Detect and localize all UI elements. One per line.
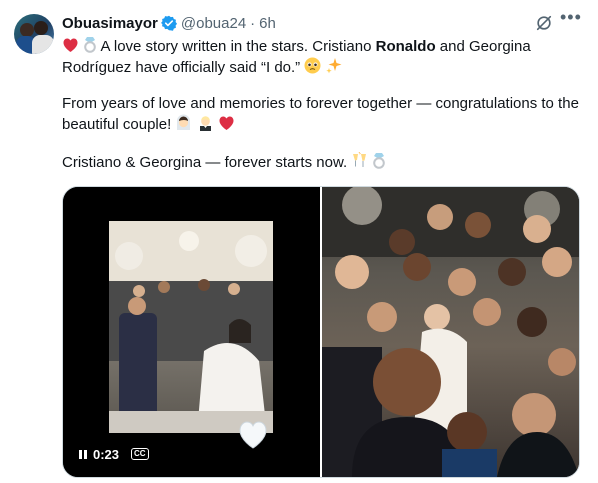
video-scene-image bbox=[109, 221, 273, 433]
tweet-header: Obuasimayor @obua24 · 6h bbox=[62, 14, 276, 32]
ring-emoji-icon bbox=[84, 37, 96, 53]
red-heart-emoji-icon bbox=[219, 116, 234, 130]
tweet-text-bold: Ronaldo bbox=[375, 38, 436, 55]
video-duration: 0:23 bbox=[93, 446, 120, 462]
captions-icon[interactable]: CC bbox=[131, 448, 149, 460]
grok-icon[interactable] bbox=[535, 14, 553, 32]
bride-emoji-icon bbox=[177, 114, 191, 130]
tweet-text-segment: From years of love and memories to forev… bbox=[62, 95, 579, 133]
timestamp[interactable]: 6h bbox=[259, 15, 276, 32]
tweet-text-segment: Cristiano & Georgina — forever starts no… bbox=[62, 154, 348, 171]
photo-selfie[interactable] bbox=[322, 187, 579, 477]
red-heart-emoji-icon bbox=[63, 38, 78, 52]
more-icon[interactable]: ••• bbox=[560, 8, 581, 28]
author-name[interactable]: Obuasimayor bbox=[62, 15, 158, 32]
group-selfie-image bbox=[322, 187, 579, 477]
tweet-card[interactable]: Obuasimayor @obua24 · 6h ••• A love stor… bbox=[0, 0, 598, 483]
tweet-text-segment: A love story written in the stars. Crist… bbox=[100, 38, 376, 55]
media-grid: 0:23 CC bbox=[62, 186, 580, 478]
video-controls: 0:23 CC bbox=[79, 443, 149, 465]
pause-icon[interactable] bbox=[79, 449, 87, 459]
pleading-face-emoji-icon bbox=[304, 57, 321, 74]
tweet-text-paragraph-2: From years of love and memories to forev… bbox=[62, 94, 582, 135]
sparkles-emoji-icon bbox=[325, 58, 342, 74]
avatar[interactable] bbox=[14, 14, 54, 54]
separator: · bbox=[250, 14, 256, 32]
tweet-text-paragraph-1: A love story written in the stars. Crist… bbox=[62, 36, 582, 78]
ring-emoji-icon bbox=[373, 153, 386, 169]
clinking-glasses-emoji-icon bbox=[353, 152, 367, 167]
author-handle[interactable]: @obua24 bbox=[181, 15, 246, 32]
tweet-text-paragraph-3: Cristiano & Georgina — forever starts no… bbox=[62, 152, 582, 173]
video-player[interactable]: 0:23 CC bbox=[63, 187, 320, 477]
video-thumbnail[interactable] bbox=[109, 221, 273, 433]
verified-badge-icon bbox=[160, 15, 177, 31]
groom-emoji-icon bbox=[199, 116, 211, 131]
white-heart-emoji-icon bbox=[239, 421, 267, 449]
